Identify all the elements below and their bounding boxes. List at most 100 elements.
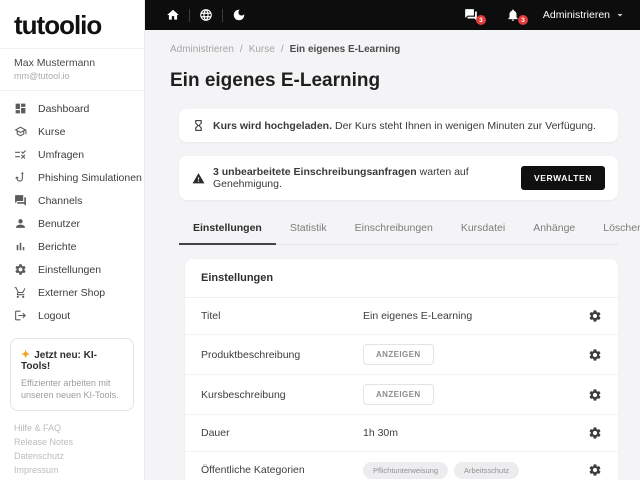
sidebar-item-label: Umfragen [38,148,85,161]
settings-card-title: Einstellungen [185,259,618,298]
sidebar-item-berichte[interactable]: Berichte [0,235,144,258]
sidebar-item-channels[interactable]: Channels [0,189,144,212]
sidebar: tutoolio Max Mustermann mm@tutool.io Das… [0,0,145,480]
topbar: 3 3 Administrieren [145,0,640,30]
sidebar-item-label: Logout [38,309,71,322]
row-label: Titel [201,310,221,322]
gear-icon [589,427,601,439]
course-tabs: Einstellungen Statistik Einschreibungen … [179,214,640,245]
home-button[interactable] [157,8,189,22]
link-release-notes[interactable]: Release Notes [14,436,130,450]
edit-kursbeschreibung-button[interactable] [586,386,604,404]
gear-icon [589,388,601,401]
page-content: Administrieren / Kurse / Ein eigenes E-L… [145,30,640,480]
dark-mode-toggle[interactable] [223,8,255,22]
link-datenschutz[interactable]: Datenschutz [14,450,130,464]
edit-titel-button[interactable] [586,307,604,325]
breadcrumb: Administrieren / Kurse / Ein eigenes E-L… [169,44,618,55]
messages-badge: 3 [475,15,486,25]
tab-kursdatei[interactable]: Kursdatei [447,214,519,244]
shopping-cart-icon [14,287,26,298]
tab-einstellungen[interactable]: Einstellungen [179,214,276,245]
anzeigen-button[interactable]: ANZEIGEN [363,384,434,405]
page-title: Ein eigenes E-Learning [170,70,381,91]
category-chip: Arbeitsschutz [454,461,520,479]
anzeigen-button[interactable]: ANZEIGEN [363,344,434,365]
account-label: Administrieren [542,9,610,21]
sidebar-item-label: Channels [38,194,83,207]
person-icon [16,219,25,228]
gear-icon [589,310,601,322]
sidebar-item-label: Benutzer [38,217,81,230]
promo-title: ✦ Jetzt neu: KI-Tools! [21,349,97,372]
breadcrumb-current: Ein eigenes E-Learning [289,44,401,55]
notifications-badge: 3 [517,15,528,25]
sidebar-item-dashboard[interactable]: Dashboard [0,97,144,120]
settings-row-oeffentliche-kategorien: Öffentliche Kategorien Pflichtunterweisu… [185,452,618,480]
breadcrumb-administrieren[interactable]: Administrieren [170,44,234,55]
language-button[interactable] [190,8,222,22]
gear-icon [15,264,26,275]
verwalten-button[interactable]: VERWALTEN [521,166,605,190]
settings-card: Einstellungen Titel Ein eigenes E-Learni… [185,259,618,480]
sidebar-item-logout[interactable]: Logout [0,304,144,327]
edit-dauer-button[interactable] [586,424,604,442]
globe-icon [200,9,212,21]
user-email: mm@tutool.io [14,71,70,81]
phishing-hook-icon [15,172,24,182]
checklist-icon [15,150,27,159]
row-value: Ein eigenes E-Learning [363,310,473,322]
link-hilfe-faq[interactable]: Hilfe & FAQ [14,422,130,436]
breadcrumb-kurse[interactable]: Kurse [249,44,275,55]
category-chip: Pflichtunterweisung [363,461,449,479]
gear-icon [589,464,601,476]
sidebar-item-label: Berichte [38,240,77,253]
tab-statistik[interactable]: Statistik [276,214,341,244]
sidebar-footer-links: Hilfe & FAQ Release Notes Datenschutz Im… [0,411,144,480]
upload-status-alert: Kurs wird hochgeladen. Der Kurs steht Ihn… [179,109,618,142]
sidebar-item-label: Externer Shop [38,286,106,299]
chevron-down-icon [617,14,623,17]
alert-bold-text: 3 unbearbeitete Einschreibungsanfragen [213,166,417,178]
account-menu[interactable]: Administrieren [543,9,626,21]
sidebar-item-kurse[interactable]: Kurse [0,120,144,143]
tab-einschreibungen[interactable]: Einschreibungen [341,214,447,244]
promo-body: Effizienter arbeiten mit unseren neuen K… [21,378,119,401]
sidebar-item-phishing[interactable]: Phishing Simulationen [0,166,144,189]
settings-row-titel: Titel Ein eigenes E-Learning [185,298,618,335]
sidebar-item-label: Dashboard [38,102,90,115]
sidebar-item-benutzer[interactable]: Benutzer [0,212,144,235]
sidebar-nav: Dashboard Kurse Umfragen Phishing Simula… [0,91,144,329]
notifications-button[interactable]: 3 [497,8,529,25]
row-value: 1h 30m [363,427,399,439]
settings-row-kursbeschreibung: Kursbeschreibung ANZEIGEN [185,375,618,415]
row-label: Dauer [201,427,230,439]
hourglass-icon [195,120,202,131]
alert-bold-text: Kurs wird hochgeladen. [213,119,333,132]
row-label: Produktbeschreibung [201,348,301,361]
alert-text: Der Kurs steht Ihnen in wenigen Minuten … [335,119,596,132]
home-icon [167,9,179,20]
sparkle-icon: ✦ [21,349,31,361]
ki-tools-promo-card[interactable]: ✦ Jetzt neu: KI-Tools! Effizienter arbeit… [10,338,134,412]
user-name: Max Mustermann [14,57,96,69]
settings-row-dauer: Dauer 1h 30m [185,415,618,452]
sidebar-item-label: Kurse [38,125,66,138]
sidebar-item-einstellungen[interactable]: Einstellungen [0,258,144,281]
dashboard-icon [15,103,26,114]
edit-produktbeschreibung-button[interactable] [586,346,604,364]
sidebar-item-label: Einstellungen [38,263,102,276]
breadcrumb-separator: / [239,44,243,55]
enrollment-requests-alert: 3 unbearbeitete Einschreibungsanfragen wa… [179,156,618,200]
sidebar-item-umfragen[interactable]: Umfragen [0,143,144,166]
tab-loeschen[interactable]: Löschen [589,214,640,244]
app-logo[interactable]: tutoolio [0,0,144,49]
row-label: Kursbeschreibung [201,388,286,401]
edit-oeffentliche-kategorien-button[interactable] [586,461,604,479]
tab-anhaenge[interactable]: Anhänge [519,214,589,244]
moon-icon [233,9,245,21]
sidebar-item-shop[interactable]: Externer Shop [0,281,144,304]
logout-icon [15,310,26,321]
messages-button[interactable]: 3 [455,8,487,25]
link-impressum[interactable]: Impressum [14,464,130,478]
